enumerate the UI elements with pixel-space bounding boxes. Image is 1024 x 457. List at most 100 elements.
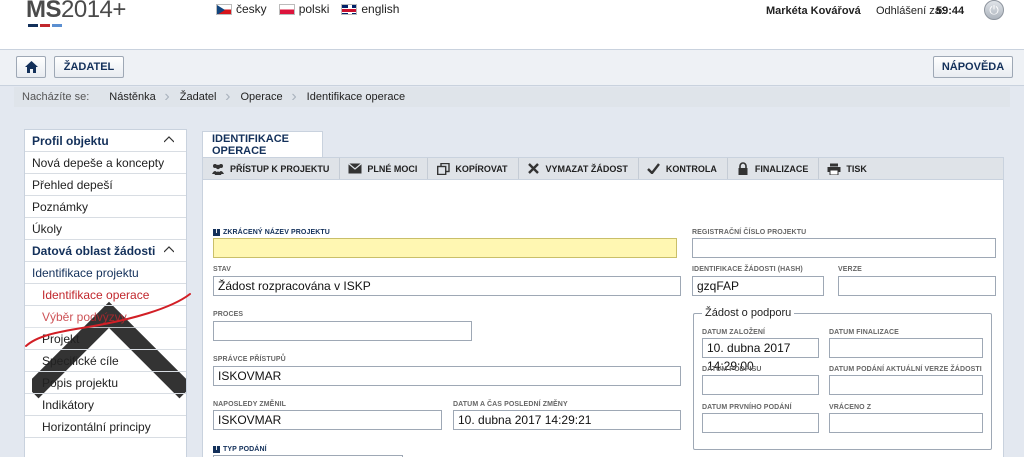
short-name-label: i ZKRÁCENÝ NÁZEV PROJEKTU [213, 229, 330, 236]
sidebar-item-notes[interactable]: Poznámky [25, 196, 186, 218]
last-change-date-field[interactable]: 10. dubna 2017 14:29:21 [453, 410, 681, 430]
breadcrumb-operation[interactable]: Operace [230, 88, 296, 106]
chevron-up-icon [164, 136, 174, 143]
finalize-button[interactable]: FINALIZACE [728, 158, 820, 179]
breadcrumb-applicant[interactable]: Žadatel [170, 88, 231, 106]
first-submission-date-field[interactable] [702, 413, 819, 433]
current-version-date-field[interactable] [829, 375, 983, 395]
support-request-group: Žádost o podporu DATUM ZALOŽENÍ 10. dubn… [693, 307, 992, 450]
logo-text-rest: 2014+ [61, 0, 126, 23]
reg-number-label: REGISTRAČNÍ ČÍSLO PROJEKTU [692, 229, 807, 236]
hash-label: IDENTIFIKACE ŽÁDOSTI (HASH) [692, 266, 803, 273]
czech-flag-icon [216, 3, 232, 15]
finalized-date-field[interactable] [829, 338, 983, 358]
envelope-icon [348, 163, 363, 175]
access-admin-field[interactable]: ISKOVMAR [213, 366, 681, 386]
info-icon[interactable]: i [213, 229, 220, 236]
last-changed-by-field[interactable]: ISKOVMAR [213, 410, 442, 430]
reg-number-field[interactable] [692, 238, 996, 258]
first-submission-date-label: DATUM PRVNÍHO PODÁNÍ [702, 404, 792, 411]
short-name-label-text: ZKRÁCENÝ NÁZEV PROJEKTU [223, 229, 330, 236]
breadcrumb-operation-identification: Identifikace operace [306, 91, 406, 103]
polish-flag-icon [278, 3, 295, 15]
check-button[interactable]: KONTROLA [639, 158, 728, 179]
delete-application-button[interactable]: VYMAZAT ŽÁDOST [519, 158, 639, 179]
returned-from-label: VRÁCENO Z [829, 404, 872, 411]
toolbar-label: KOPÍROVAT [455, 163, 508, 174]
logout-countdown-time: 59:44 [936, 5, 965, 17]
help-button[interactable]: NÁPOVĚDA [933, 56, 1013, 78]
lang-polish-label: polski [298, 2, 330, 16]
status-field[interactable]: Žádost rozpracována v ISKP [213, 276, 681, 296]
close-icon [527, 163, 541, 175]
checkmark-icon [647, 163, 661, 175]
sidebar-section-project-identification[interactable]: Identifikace projektu [25, 262, 193, 399]
home-button[interactable] [16, 56, 46, 78]
sidebar-section-label: Profil objektu [32, 134, 109, 148]
logout-countdown-label: Odhlášení za: [876, 5, 944, 17]
language-switcher: česky polski english [216, 2, 399, 16]
applicant-button[interactable]: ŽADATEL [54, 56, 124, 78]
current-version-date-label: DATUM PODÁNÍ AKTUÁLNÍ VERZE ŽÁDOSTI [829, 366, 982, 373]
lang-czech[interactable]: česky [216, 2, 267, 16]
printer-icon [827, 163, 841, 175]
lock-icon [736, 162, 750, 175]
logout-button[interactable]: ⏻ [984, 0, 1004, 20]
sidebar-item-tasks[interactable]: Úkoly [25, 218, 186, 240]
lang-english-label: english [361, 2, 400, 16]
process-field[interactable] [213, 321, 472, 341]
created-date-field[interactable]: 10. dubna 2017 14:29:00 [702, 338, 819, 373]
toolbar-label: TISK [846, 163, 867, 174]
sidebar-item-specific-goals[interactable]: Specifické cíle [25, 350, 186, 372]
home-icon [24, 61, 38, 73]
power-of-attorney-button[interactable]: PLNÉ MOCI [340, 158, 429, 179]
breadcrumb-dashboard[interactable]: Nástěnka [99, 88, 170, 106]
sidebar-section-application-data[interactable]: Datová oblast žádosti [25, 240, 186, 262]
last-change-date-label: DATUM A ČAS POSLEDNÍ ZMĚNY [453, 401, 568, 408]
user-name: Markéta Kovářová [766, 5, 861, 17]
sidebar-item-operation-identification[interactable]: Identifikace operace [25, 284, 186, 306]
breadcrumb-lead: Nacházíte se: [22, 91, 90, 103]
uk-flag-icon [341, 3, 358, 15]
chevron-up-icon [164, 246, 174, 253]
returned-from-field[interactable] [829, 413, 983, 433]
ms2014-logo[interactable]: MS2014+ [26, 0, 126, 24]
version-label: VERZE [838, 266, 862, 273]
sidebar-item-project[interactable]: Projekt [25, 328, 186, 350]
sidebar-item-new-message[interactable]: Nová depeše a koncepty [25, 152, 186, 174]
copy-button[interactable]: KOPÍROVAT [428, 158, 519, 179]
version-field[interactable] [838, 276, 996, 296]
sidebar-item-horizontal-principles[interactable]: Horizontální principy [25, 416, 186, 438]
toolbar-label: VYMAZAT ŽÁDOST [545, 163, 628, 174]
finalized-date-label: DATUM FINALIZACE [829, 329, 899, 336]
users-icon [211, 163, 225, 175]
lang-czech-label: česky [236, 2, 267, 16]
power-icon: ⏻ [989, 2, 999, 17]
sidebar-section-object-profile[interactable]: Profil objektu [25, 130, 186, 152]
lang-polish[interactable]: polski [278, 2, 330, 16]
sidebar-item-project-description[interactable]: Popis projektu [25, 372, 186, 394]
info-icon[interactable]: i [213, 446, 220, 453]
toolbar-label: FINALIZACE [754, 163, 809, 174]
toolbar-label: PLNÉ MOCI [367, 163, 418, 174]
logo-text-bold: MS [26, 0, 62, 23]
sidebar-item-messages[interactable]: Přehled depeší [25, 174, 186, 196]
print-button[interactable]: TISK [819, 158, 877, 179]
submission-type-label: i TYP PODÁNÍ [213, 446, 267, 453]
hash-field[interactable]: gzqFAP [692, 276, 824, 296]
signed-date-field[interactable] [702, 375, 819, 395]
sidebar-item-indicators[interactable]: Indikátory [25, 394, 186, 416]
sidebar-item-subcall-selection[interactable]: Výběr podvýzvy [25, 306, 186, 328]
tab-operation-identification[interactable]: IDENTIFIKACE OPERACE [202, 131, 323, 157]
support-request-legend: Žádost o podporu [702, 307, 795, 319]
last-changed-by-label: NAPOSLEDY ZMĚNIL [213, 401, 287, 408]
created-date-label: DATUM ZALOŽENÍ [702, 329, 766, 336]
short-name-input[interactable] [213, 238, 677, 258]
project-access-button[interactable]: PŘÍSTUP K PROJEKTU [203, 158, 341, 179]
submission-type-label-text: TYP PODÁNÍ [223, 446, 267, 453]
action-toolbar: PŘÍSTUP K PROJEKTU PLNÉ MOCI KOPÍROVAT V… [202, 157, 1004, 180]
lang-english[interactable]: english [341, 2, 399, 16]
breadcrumb: Nacházíte se: Nástěnka Žadatel Operace I… [14, 87, 1010, 107]
logo-color-bars [28, 24, 62, 27]
process-label: PROCES [213, 311, 244, 318]
